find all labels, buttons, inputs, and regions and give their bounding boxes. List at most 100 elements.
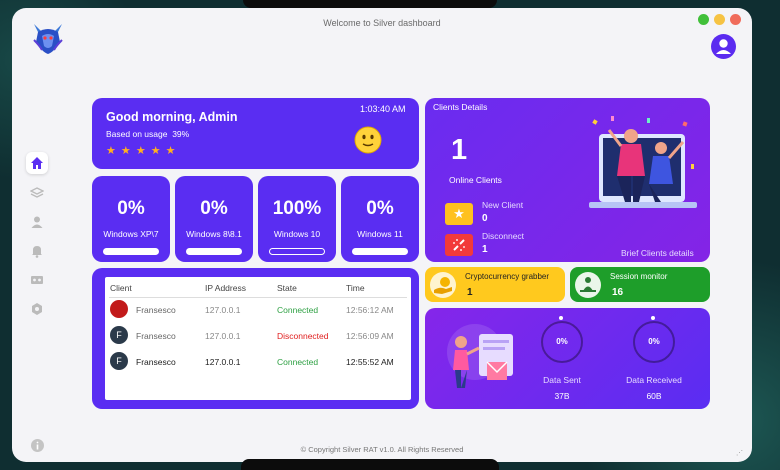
os-name: Windows XP\7 xyxy=(103,229,159,239)
star-icon: ★ xyxy=(453,206,465,221)
column-header-time: Time xyxy=(346,283,365,293)
bottom-notch xyxy=(241,459,499,470)
os-name: Windows 10 xyxy=(273,229,321,239)
client-time: 12:55:52 AM xyxy=(346,357,394,367)
online-count: 1 xyxy=(451,134,468,166)
os-progress-bar xyxy=(269,248,325,255)
column-header-state: State xyxy=(277,283,297,293)
coin-hand-icon xyxy=(434,277,452,294)
sidebar-item-notifications[interactable] xyxy=(26,240,48,262)
disconnect-label: Disconnect xyxy=(482,231,525,241)
disconnect-badge xyxy=(445,234,473,256)
new-client-badge: ★ xyxy=(445,203,473,225)
settings-icon xyxy=(32,303,42,315)
data-sent-ring-marker xyxy=(559,316,563,320)
clients-table-card: Client IP Address State Time Fransesco 1… xyxy=(92,268,419,409)
user-icon xyxy=(716,39,731,54)
usage-value: 39% xyxy=(172,129,190,139)
os-progress-bar xyxy=(186,248,242,255)
session-count: 16 xyxy=(612,287,624,298)
data-sent-label: Data Sent xyxy=(543,375,581,385)
client-state: Connected xyxy=(277,305,319,315)
data-received-ring-marker xyxy=(651,316,655,320)
clients-details-card: Clients Details 1 Online Clients ★ New C… xyxy=(425,98,710,262)
usage-text: Based on usage 39% xyxy=(106,129,189,139)
crypto-label: Cryptocurrency grabber xyxy=(465,272,550,281)
crypto-grabber-card[interactable]: Cryptocurrency grabber 1 xyxy=(425,267,565,302)
client-state: Connected xyxy=(277,357,319,367)
os-percent: 0% xyxy=(366,198,394,219)
clients-table: Client IP Address State Time Fransesco 1… xyxy=(105,277,411,400)
os-progress-bar xyxy=(103,248,159,255)
column-header-client: Client xyxy=(110,283,132,293)
client-name: Fransesco xyxy=(136,331,176,341)
os-card-winxp7: 0% Windows XP\7 xyxy=(92,176,170,262)
clients-details-title: Clients Details xyxy=(433,102,488,112)
sidebar-item-settings[interactable] xyxy=(26,298,48,320)
sidebar-item-cassette[interactable] xyxy=(26,269,48,291)
session-label: Session monitor xyxy=(610,272,668,281)
unlink-icon xyxy=(453,239,465,251)
user-icon xyxy=(31,216,43,228)
maximize-button[interactable] xyxy=(698,14,709,25)
client-ip: 127.0.0.1 xyxy=(205,305,241,315)
client-time: 12:56:09 AM xyxy=(346,331,394,341)
smiley-emoji-icon xyxy=(354,126,382,154)
client-ip: 127.0.0.1 xyxy=(205,331,241,341)
sidebar-item-home[interactable] xyxy=(26,152,48,174)
new-client-count: 0 xyxy=(482,213,488,224)
clock-time: 1:03:40 AM xyxy=(360,104,406,114)
data-transfer-card: 0% Data Sent 37B 0% Data Received 60B xyxy=(425,308,710,409)
greeting-card: Good morning, Admin Based on usage 39% ★… xyxy=(92,98,419,169)
online-label: Online Clients xyxy=(449,175,502,185)
crypto-count: 1 xyxy=(467,287,473,298)
disconnect-count: 1 xyxy=(482,244,488,255)
os-card-win10: 100% Windows 10 xyxy=(258,176,336,262)
os-percent: 100% xyxy=(272,198,322,219)
os-name: Windows 11 xyxy=(357,229,403,239)
data-received-label: Data Received xyxy=(626,375,682,385)
usage-label: Based on usage xyxy=(106,129,168,139)
resize-grip-icon[interactable]: ⋰ xyxy=(736,449,743,457)
footer-copyright: © Copyright Silver RAT v1.0. All Rights … xyxy=(300,445,464,454)
cassette-icon xyxy=(31,276,43,284)
data-sent-percent: 0% xyxy=(556,337,568,346)
crypto-icon-wrap xyxy=(430,272,456,298)
os-progress-bar xyxy=(352,248,408,255)
os-name: Windows 8\8.1 xyxy=(186,229,242,239)
data-sent-value: 37B xyxy=(554,391,570,401)
session-icon-wrap xyxy=(575,272,601,298)
greeting-title: Good morning, Admin xyxy=(106,110,238,124)
client-avatar: F xyxy=(110,326,128,344)
data-received-value: 60B xyxy=(646,391,662,401)
window-title: Welcome to Silver dashboard xyxy=(323,18,441,28)
sidebar-item-users[interactable] xyxy=(26,211,48,233)
rating-stars: ★ ★ ★ ★ ★ xyxy=(106,145,177,157)
client-avatar xyxy=(110,300,128,318)
app-window: Welcome to Silver dashboard Good morning… xyxy=(12,8,752,462)
mail-illustration xyxy=(447,324,513,388)
meditation-icon xyxy=(580,277,596,292)
party-illustration xyxy=(589,116,697,208)
profile-avatar-button[interactable] xyxy=(711,34,736,59)
client-state: Disconnected xyxy=(277,331,329,341)
os-percent: 0% xyxy=(200,198,228,219)
close-button[interactable] xyxy=(730,14,741,25)
client-name: Fransesco xyxy=(136,305,176,315)
bell-icon xyxy=(32,246,42,258)
top-notch xyxy=(243,0,497,8)
brief-clients-link[interactable]: Brief Clients details xyxy=(621,248,694,258)
sidebar-item-layers[interactable] xyxy=(26,182,48,204)
client-avatar: F xyxy=(110,352,128,370)
session-monitor-card[interactable]: Session monitor 16 xyxy=(570,267,710,302)
os-card-win8: 0% Windows 8\8.1 xyxy=(175,176,253,262)
client-name: Fransesco xyxy=(136,357,176,367)
layers-icon xyxy=(30,187,44,198)
home-icon xyxy=(31,157,43,169)
client-time: 12:56:12 AM xyxy=(346,305,394,315)
os-percent: 0% xyxy=(117,198,145,219)
minimize-button[interactable] xyxy=(714,14,725,25)
header-divider xyxy=(109,297,407,298)
client-ip: 127.0.0.1 xyxy=(205,357,241,367)
new-client-label: New Client xyxy=(482,200,524,210)
